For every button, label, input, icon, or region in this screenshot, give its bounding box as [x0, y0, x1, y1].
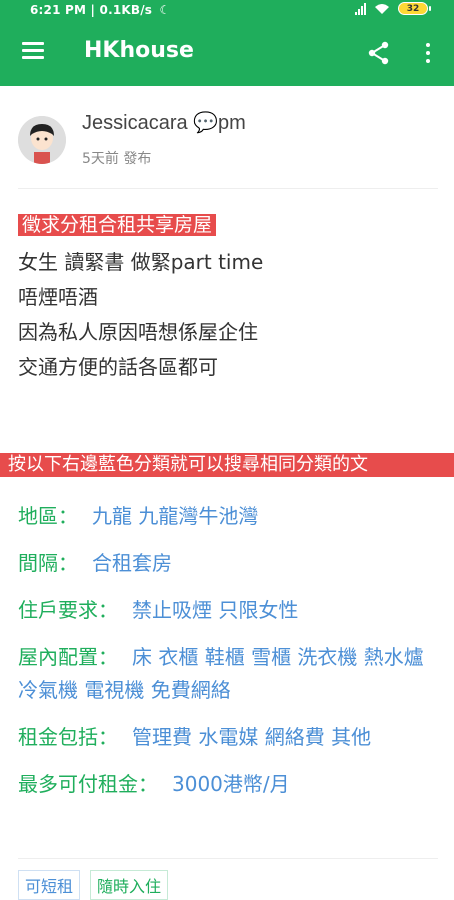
post-line: 女生 讀緊書 做緊part time — [18, 250, 264, 274]
divider — [18, 858, 438, 859]
chip-move-in-anytime[interactable]: 隨時入住 — [90, 870, 169, 900]
detail-label: 地區： — [18, 504, 78, 528]
post-line: 交通方便的話各區都可 — [18, 355, 218, 379]
detail-label: 租金包括： — [18, 725, 118, 749]
detail-row-furnishing: 屋內配置：床 衣櫃 鞋櫃 雪櫃 洗衣機 熱水爐 冷氣機 電視機 免費網絡 — [18, 641, 438, 707]
menu-button[interactable] — [22, 42, 44, 62]
app-bar: HKhouse — [0, 20, 454, 86]
detail-label: 屋內配置： — [18, 645, 118, 669]
detail-value-link[interactable]: 3000港幣/月 — [172, 772, 290, 796]
detail-row-district: 地區： 九龍 九龍灣牛池灣 — [18, 500, 438, 533]
detail-value-link[interactable]: 管理費 水電媒 網絡費 其他 — [132, 725, 371, 749]
detail-row-layout: 間隔： 合租套房 — [18, 547, 438, 580]
status-time: 6:21 PM — [30, 3, 87, 17]
details-list: 地區： 九龍 九龍灣牛池灣 間隔： 合租套房 住戶要求： 禁止吸煙 只限女性 屋內配置… — [18, 500, 438, 815]
share-icon[interactable] — [366, 40, 392, 66]
signal-icon — [355, 2, 366, 15]
status-right: 32 — [355, 2, 431, 15]
moon-icon: ☾ — [159, 3, 171, 17]
detail-value-link[interactable]: 九龍 九龍灣牛池灣 — [92, 504, 258, 528]
author-header: Jessicacara 💬pm 5天前 發布 — [0, 86, 454, 188]
post-line: 因為私人原因唔想係屋企住 — [18, 320, 258, 344]
post-body: 女生 讀緊書 做緊part time 唔煙唔酒 因為私人原因唔想係屋企住 交通方… — [18, 245, 263, 385]
battery-level: 32 — [406, 4, 420, 14]
detail-row-max-rent: 最多可付租金： 3000港幣/月 — [18, 768, 438, 801]
post-time: 5天前 發布 — [82, 151, 152, 167]
detail-label: 最多可付租金： — [18, 772, 158, 796]
tag-chips: 可短租 隨時入住 — [18, 870, 169, 900]
status-speed: 0.1KB/s — [99, 3, 153, 17]
menu-icon — [22, 42, 44, 45]
post-line: 唔煙唔酒 — [18, 285, 98, 309]
more-options-button[interactable] — [420, 40, 436, 66]
status-bar: 6:21 PM | 0.1KB/s ☾ 32 — [0, 0, 454, 20]
status-left: 6:21 PM | 0.1KB/s ☾ — [30, 3, 171, 17]
avatar-icon — [18, 116, 66, 164]
detail-label: 間隔： — [18, 551, 78, 575]
post-category-tag: 徵求分租合租共享房屋 — [18, 214, 217, 236]
detail-label: 住戶要求： — [18, 598, 118, 622]
avatar[interactable] — [18, 116, 66, 164]
more-icon — [426, 43, 430, 47]
detail-row-rent-includes: 租金包括： 管理費 水電媒 網絡費 其他 — [18, 721, 438, 754]
app-title: HKhouse — [84, 38, 194, 63]
divider — [18, 188, 438, 189]
detail-row-requirements: 住戶要求： 禁止吸煙 只限女性 — [18, 594, 438, 627]
category-hint-banner: 按以下右邊藍色分類就可以搜尋相同分類的文 — [0, 453, 454, 477]
wifi-icon — [375, 3, 389, 14]
author-name[interactable]: Jessicacara 💬pm — [82, 110, 246, 135]
detail-value-link[interactable]: 禁止吸煙 只限女性 — [132, 598, 298, 622]
chip-short-term[interactable]: 可短租 — [18, 870, 81, 900]
battery-icon: 32 — [398, 2, 431, 15]
detail-value-link[interactable]: 合租套房 — [92, 551, 172, 575]
